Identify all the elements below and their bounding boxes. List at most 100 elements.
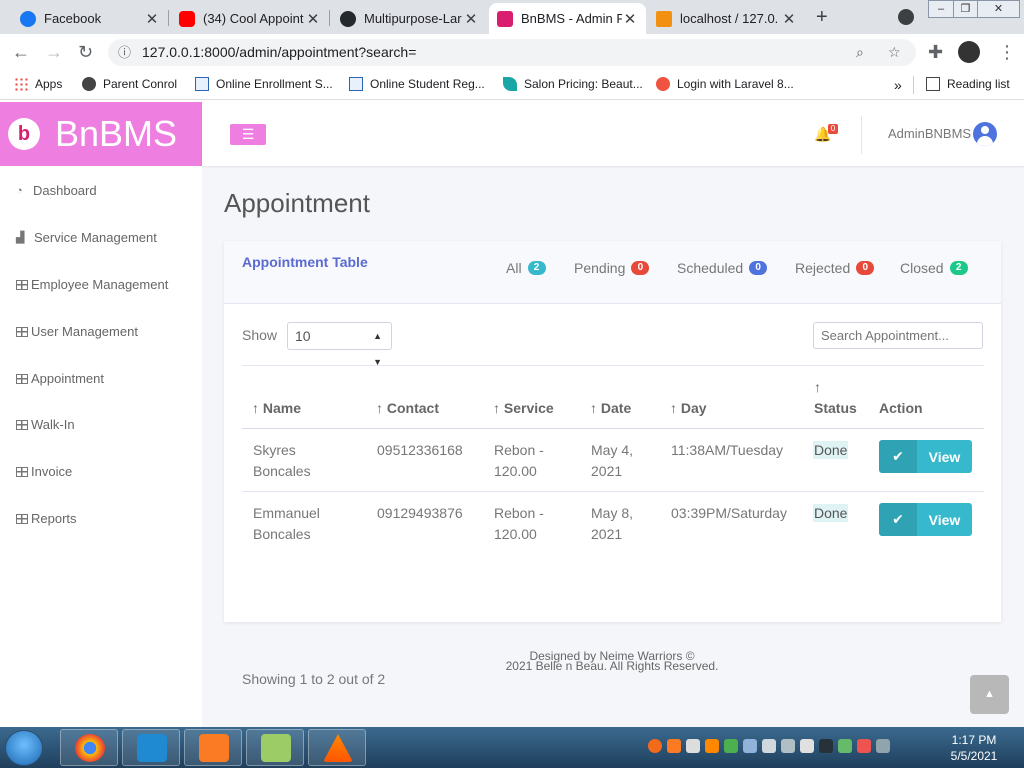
taskbar-notepad[interactable] <box>246 729 304 766</box>
view-label: View <box>928 448 961 465</box>
bookmark-star-icon[interactable]: ☆ <box>888 39 901 66</box>
count-badge: 2 <box>949 261 968 275</box>
filter-scheduled[interactable]: Scheduled 0 <box>677 260 768 276</box>
xampp-tray-icon[interactable] <box>667 739 681 753</box>
close-icon[interactable]: ✕ <box>622 10 638 28</box>
filter-pending[interactable]: Pending 0 <box>574 260 650 276</box>
new-tab-button[interactable]: + <box>816 6 828 29</box>
col-header-status[interactable]: Status <box>814 400 857 416</box>
close-icon[interactable]: ✕ <box>781 10 797 28</box>
close-icon[interactable]: ✕ <box>305 10 321 28</box>
display-icon[interactable] <box>781 739 795 753</box>
search-appointment-input[interactable] <box>813 322 983 349</box>
sidebar-item-label: Employee Management <box>31 277 169 292</box>
admin-name[interactable]: AdminBNBMS <box>888 126 971 141</box>
bookmark-label: Salon Pricing: Beaut... <box>524 77 643 91</box>
start-button[interactable] <box>5 730 43 766</box>
sidebar: ◔ Dashboard ▟ Service Management Employe… <box>0 166 202 727</box>
tab-youtube[interactable]: (34) Cool Appoint ✕ <box>171 3 329 34</box>
appointment-card: Appointment Table All 2 Pending 0 Schedu… <box>224 241 1001 687</box>
bookmark-laravel-login[interactable]: Login with Laravel 8... <box>656 77 794 91</box>
tab-search-icon[interactable] <box>898 9 914 25</box>
minimize-button[interactable]: – <box>928 0 954 18</box>
window-close-button[interactable]: ✕ <box>977 0 1020 18</box>
zoom-icon[interactable]: ⌕ <box>856 39 864 66</box>
sidebar-item-walk-in[interactable]: Walk-In <box>16 417 75 432</box>
bookmark-salon-pricing[interactable]: Salon Pricing: Beaut... <box>503 77 643 91</box>
show-label: Show <box>242 327 278 343</box>
more-bookmarks-chevron-icon[interactable]: » <box>894 77 902 93</box>
filter-closed[interactable]: Closed 2 <box>900 260 968 276</box>
tab-github[interactable]: Multipurpose-Lar ✕ <box>332 3 487 34</box>
col-header-day[interactable]: ↑ Day <box>670 400 707 416</box>
vlc-tray-icon[interactable] <box>705 739 719 753</box>
sidebar-toggle-button[interactable]: ☰ <box>230 124 266 145</box>
check-tray-icon[interactable] <box>838 739 852 753</box>
reading-list-button[interactable]: Reading list <box>926 77 1010 91</box>
table-icon <box>16 466 28 477</box>
info-icon[interactable]: ⓘ <box>118 39 131 66</box>
view-button[interactable]: ✔ View <box>879 440 972 473</box>
col-header-contact[interactable]: ↑ Contact <box>376 400 439 416</box>
bookmark-label: Login with Laravel 8... <box>677 77 794 91</box>
bookmark-parent-control[interactable]: Parent Conrol <box>82 77 177 91</box>
monitor-icon[interactable] <box>819 739 833 753</box>
sidebar-item-appointment[interactable]: Appointment <box>16 371 104 386</box>
taskbar-chrome[interactable] <box>60 729 118 766</box>
check-icon: ✔ <box>879 440 917 473</box>
brand-header[interactable]: b BnBMS <box>0 102 202 166</box>
sidebar-item-dashboard[interactable]: ◔ Dashboard <box>16 183 97 198</box>
filter-label: Rejected <box>795 260 851 276</box>
sidebar-item-user-management[interactable]: User Management <box>16 324 138 339</box>
speaker-icon[interactable] <box>800 739 814 753</box>
security-icon[interactable] <box>686 739 700 753</box>
taskbar-vlc[interactable] <box>308 729 366 766</box>
system-clock[interactable]: 1:17 PM 5/5/2021 <box>944 732 1004 764</box>
bookmark-apps[interactable]: Apps <box>14 77 62 91</box>
entries-value: 10 <box>295 328 311 344</box>
scroll-to-top-button[interactable]: ▲ <box>970 675 1009 714</box>
col-header-name[interactable]: ↑ Name <box>252 400 301 416</box>
row-divider <box>242 491 984 492</box>
filter-rejected[interactable]: Rejected 0 <box>795 260 875 276</box>
tray-app-icon[interactable] <box>648 739 662 753</box>
maximize-button[interactable]: ❐ <box>953 0 978 18</box>
extensions-puzzle-icon[interactable]: ✚ <box>928 42 943 63</box>
close-icon[interactable]: ✕ <box>463 10 479 28</box>
close-icon[interactable]: ✕ <box>144 10 160 28</box>
taskbar-vscode[interactable] <box>122 729 180 766</box>
volume-icon[interactable] <box>762 739 776 753</box>
bookmark-online-enrollment[interactable]: Online Enrollment S... <box>195 77 333 91</box>
taskbar-xampp[interactable] <box>184 729 242 766</box>
tab-phpmyadmin[interactable]: localhost / 127.0. ✕ <box>648 3 805 34</box>
generic-tray-icon[interactable] <box>743 739 757 753</box>
flag-icon[interactable] <box>857 739 871 753</box>
sidebar-item-reports[interactable]: Reports <box>16 511 77 526</box>
user-avatar-icon[interactable] <box>973 122 997 146</box>
back-arrow-icon[interactable]: ← <box>12 42 30 63</box>
address-bar[interactable]: ⓘ 127.0.0.1:8000/admin/appointment?searc… <box>108 39 916 66</box>
col-header-status-arrow[interactable]: ↑ <box>814 379 821 395</box>
col-header-date[interactable]: ↑ Date <box>590 400 631 416</box>
sidebar-item-invoice[interactable]: Invoice <box>16 464 72 479</box>
tab-title: (34) Cool Appoint <box>203 11 304 26</box>
view-button[interactable]: ✔ View <box>879 503 972 536</box>
page-title: Appointment <box>224 188 370 218</box>
reload-icon[interactable]: ↻ <box>78 42 93 63</box>
entries-select[interactable]: 10 ▲ ▼ <box>287 322 392 367</box>
vscode-icon <box>137 734 167 762</box>
profile-avatar[interactable] <box>958 41 980 63</box>
forward-arrow-icon[interactable]: → <box>45 42 63 63</box>
sidebar-item-service-management[interactable]: ▟ Service Management <box>16 230 157 245</box>
filter-all[interactable]: All 2 <box>506 260 546 276</box>
col-header-service[interactable]: ↑ Service <box>493 400 554 416</box>
cell-service: Rebon -120.00 <box>494 505 544 542</box>
globe-icon <box>82 77 96 91</box>
tab-bnbms[interactable]: BnBMS - Admin P ✕ <box>489 3 646 34</box>
sidebar-item-employee-management[interactable]: Employee Management <box>16 277 168 292</box>
bookmark-online-student[interactable]: Online Student Reg... <box>349 77 485 91</box>
more-menu-icon[interactable]: ⋮ <box>998 42 1016 63</box>
network-icon[interactable] <box>876 739 890 753</box>
network-status-icon[interactable] <box>724 739 738 753</box>
tab-facebook[interactable]: Facebook ✕ <box>12 3 168 34</box>
